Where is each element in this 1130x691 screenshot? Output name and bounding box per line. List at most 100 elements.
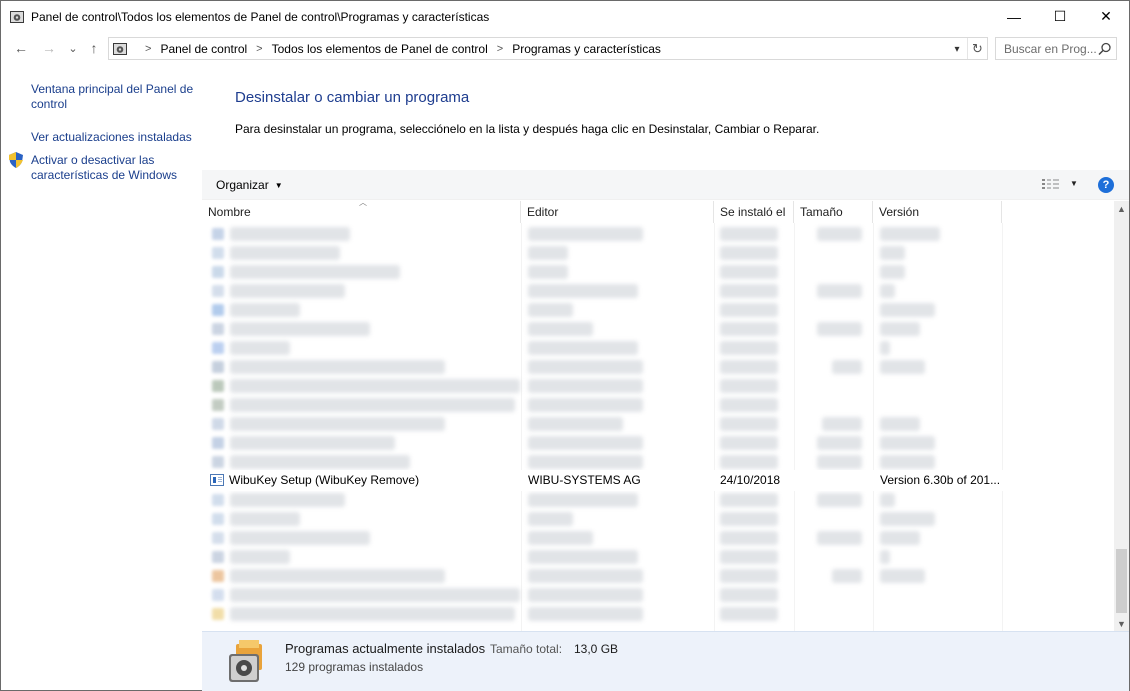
chevron-right-icon[interactable]: >: [145, 43, 151, 55]
program-size: [817, 493, 862, 507]
program-version: [880, 512, 935, 526]
program-installed-on: [720, 341, 778, 355]
forward-button[interactable]: →: [39, 38, 59, 58]
maximize-button[interactable]: ☐: [1037, 1, 1083, 32]
program-installed-on: [720, 569, 778, 583]
column-size[interactable]: Tamaño: [794, 201, 873, 223]
organize-button[interactable]: Organizar ▼: [216, 178, 283, 192]
scroll-down-icon[interactable]: ▼: [1114, 616, 1129, 631]
program-version: [880, 569, 925, 583]
table-row[interactable]: [202, 415, 1114, 434]
program-installed-on: [720, 436, 778, 450]
program-list[interactable]: WibuKey Setup (WibuKey Remove) WIBU-SYST…: [202, 223, 1114, 631]
program-installed-on: [720, 246, 778, 260]
search-icon[interactable]: [1098, 42, 1112, 56]
chevron-down-icon[interactable]: ▾: [949, 40, 965, 58]
program-publisher: [528, 512, 573, 526]
table-row[interactable]: [202, 263, 1114, 282]
recent-locations-button[interactable]: ⌄: [63, 38, 83, 58]
program-version: [880, 341, 890, 355]
scroll-thumb[interactable]: [1116, 549, 1127, 613]
column-publisher[interactable]: Editor: [521, 201, 714, 223]
program-installed-on: [720, 550, 778, 564]
program-publisher: [528, 246, 568, 260]
program-installed-on: [720, 588, 778, 602]
program-version: [880, 455, 935, 469]
program-icon: [212, 608, 224, 620]
table-row[interactable]: [202, 586, 1114, 605]
breadcrumb-control-panel[interactable]: Panel de control: [160, 42, 247, 56]
windows-features-link[interactable]: Activar o desactivar las características…: [31, 153, 196, 183]
program-name: [230, 303, 300, 317]
column-version[interactable]: Versión: [873, 201, 1002, 223]
scroll-up-icon[interactable]: ▲: [1114, 201, 1129, 216]
table-row[interactable]: [202, 491, 1114, 510]
table-row[interactable]: [202, 377, 1114, 396]
control-panel-home-link[interactable]: Ventana principal del Panel de control: [31, 82, 196, 112]
program-name: [230, 246, 340, 260]
table-row[interactable]: [202, 320, 1114, 339]
table-row[interactable]: [202, 529, 1114, 548]
view-details-icon[interactable]: [1042, 178, 1060, 191]
breadcrumb-programs[interactable]: Programas y características: [512, 42, 661, 56]
program-size: [822, 417, 862, 431]
program-name: [230, 531, 370, 545]
program-name: [230, 417, 445, 431]
total-size-label: Tamaño total:: [490, 642, 563, 656]
table-row[interactable]: [202, 605, 1114, 624]
chevron-right-icon[interactable]: >: [497, 43, 503, 55]
table-row[interactable]: [202, 282, 1114, 301]
view-options-chevron-icon[interactable]: ▼: [1070, 179, 1078, 188]
close-button[interactable]: ✕: [1083, 1, 1129, 32]
view-installed-updates-link[interactable]: Ver actualizaciones instaladas: [31, 130, 196, 145]
program-size: [832, 360, 862, 374]
table-row[interactable]: [202, 510, 1114, 529]
chevron-down-icon: ▼: [274, 180, 283, 190]
page-description: Para desinstalar un programa, seleccióne…: [235, 122, 820, 136]
program-icon: [212, 323, 224, 335]
table-row[interactable]: [202, 301, 1114, 320]
program-publisher: WIBU-SYSTEMS AG: [528, 473, 641, 487]
program-installed-on: [720, 398, 778, 412]
title-bar[interactable]: Panel de control\Todos los elementos de …: [1, 1, 1129, 32]
refresh-icon[interactable]: ↻: [967, 38, 987, 59]
table-row[interactable]: [202, 225, 1114, 244]
table-row[interactable]: [202, 548, 1114, 567]
address-bar[interactable]: > Panel de control > Todos los elementos…: [108, 37, 988, 60]
control-panel-icon: [9, 9, 25, 25]
table-row[interactable]: [202, 567, 1114, 586]
minimize-button[interactable]: —: [991, 1, 1037, 32]
table-row[interactable]: [202, 358, 1114, 377]
search-box[interactable]: [995, 37, 1117, 60]
table-row[interactable]: WibuKey Setup (WibuKey Remove) WIBU-SYST…: [202, 470, 1114, 491]
up-button[interactable]: ↑: [84, 38, 104, 58]
breadcrumb-all-items[interactable]: Todos los elementos de Panel de control: [272, 42, 488, 56]
help-icon[interactable]: ?: [1098, 177, 1114, 193]
program-version: [880, 227, 940, 241]
program-icon: [212, 437, 224, 449]
organize-label: Organizar: [216, 178, 269, 192]
program-publisher: [528, 360, 643, 374]
program-icon: [212, 361, 224, 373]
program-size: [817, 436, 862, 450]
column-installed-on[interactable]: Se instaló el: [714, 201, 794, 223]
table-row[interactable]: [202, 244, 1114, 263]
search-input[interactable]: [996, 41, 1096, 56]
program-version: [880, 322, 920, 336]
details-title: Programas actualmente instalados: [285, 641, 486, 656]
programs-installed-icon: [226, 640, 266, 684]
table-row[interactable]: [202, 434, 1114, 453]
back-button[interactable]: ←: [11, 38, 31, 58]
vertical-scrollbar[interactable]: ▲ ▼: [1114, 201, 1129, 631]
program-icon: [212, 551, 224, 563]
column-name[interactable]: Nombre: [202, 201, 521, 223]
program-version: [880, 417, 920, 431]
table-row[interactable]: [202, 339, 1114, 358]
program-name: [230, 284, 345, 298]
command-bar: Organizar ▼ ▼ ?: [202, 170, 1129, 200]
chevron-right-icon[interactable]: >: [256, 43, 262, 55]
page-title: Desinstalar o cambiar un programa: [235, 89, 470, 106]
control-panel-icon: [112, 41, 128, 57]
table-row[interactable]: [202, 396, 1114, 415]
program-name: [230, 265, 400, 279]
